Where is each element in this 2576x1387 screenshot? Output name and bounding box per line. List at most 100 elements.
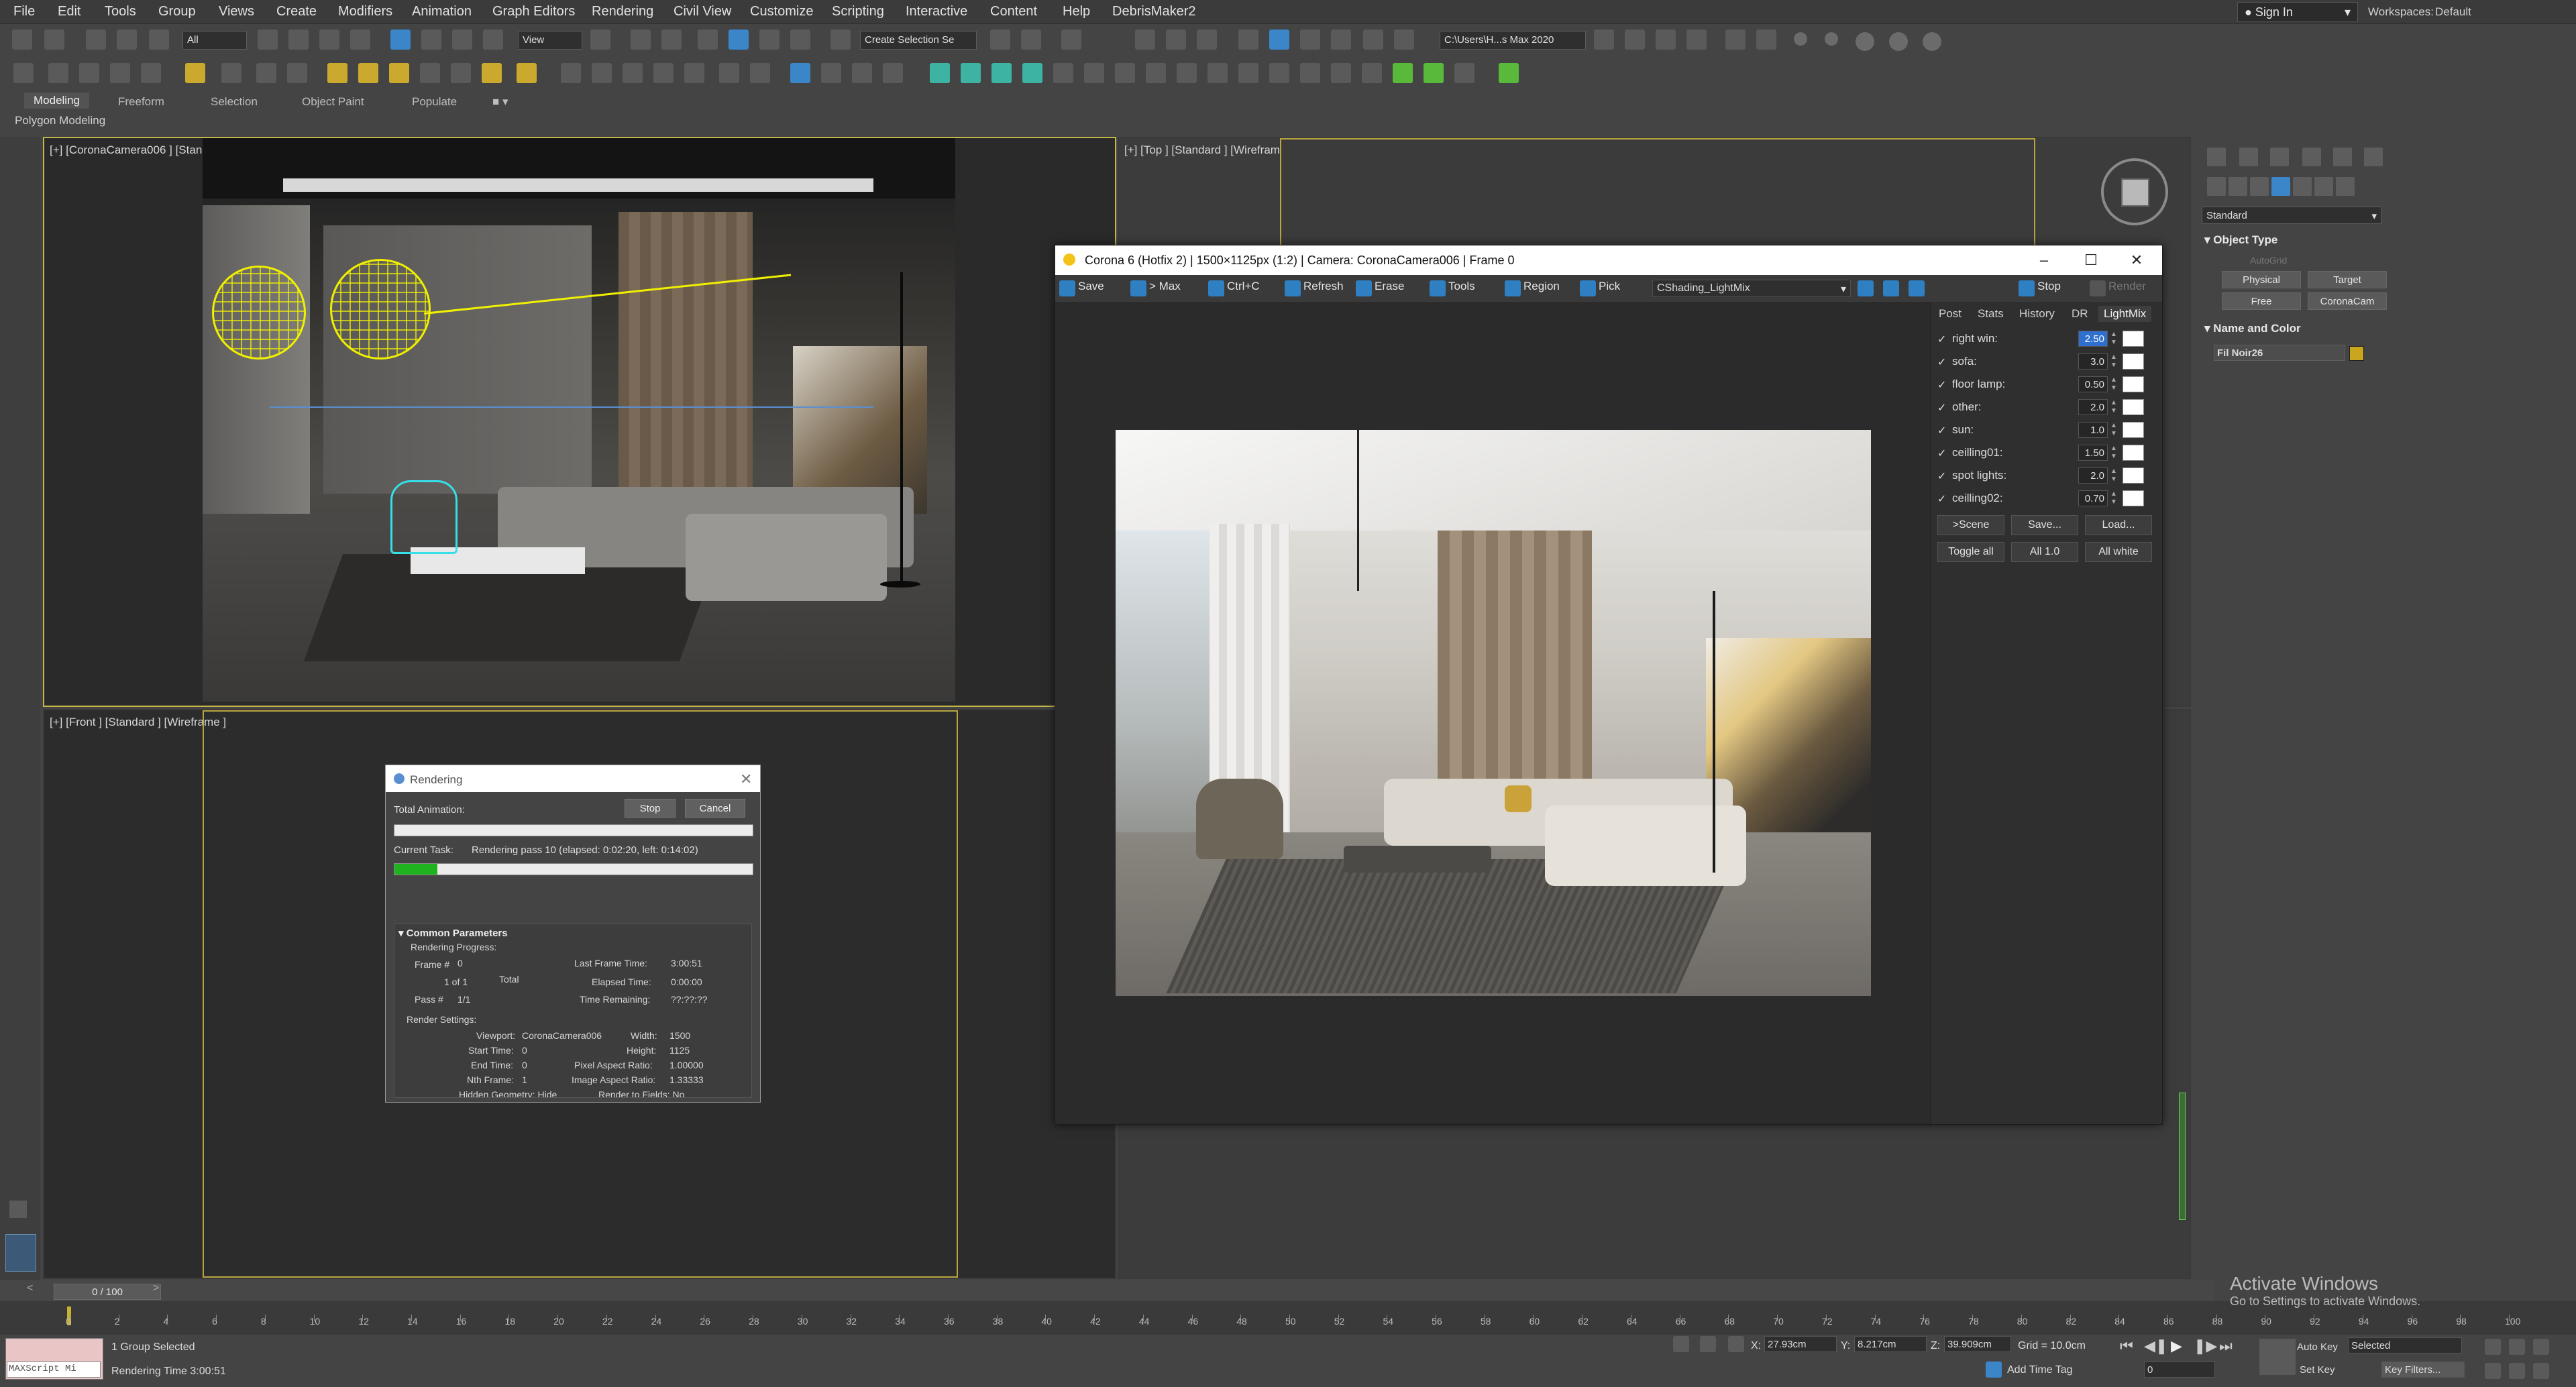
layer-explorer-icon[interactable] (1135, 30, 1155, 50)
tools-button[interactable]: Tools (1428, 280, 1475, 297)
project-save-icon[interactable] (1656, 30, 1676, 50)
reference-coordinate-dropdown[interactable]: View (518, 31, 582, 50)
undo-icon[interactable] (12, 30, 32, 50)
align-icon[interactable] (1021, 30, 1041, 50)
object-type-rollout[interactable]: ▾ Object Type (2204, 233, 2277, 247)
current-frame-field[interactable]: 0 (2144, 1362, 2215, 1378)
tab-object-paint[interactable]: Object Paint (302, 95, 364, 109)
intensity-field[interactable]: 2.0 (2078, 399, 2108, 415)
plant-icon[interactable] (1084, 63, 1104, 83)
render-button[interactable]: Render (2088, 280, 2146, 297)
color-swatch[interactable] (2123, 467, 2144, 484)
free-camera-button[interactable]: Free (2222, 292, 2301, 310)
color-swatch[interactable] (2123, 399, 2144, 415)
window-crossing-icon[interactable] (350, 30, 370, 50)
corona-sky-icon[interactable] (482, 63, 502, 83)
enable-checkbox[interactable]: ✓ (1937, 333, 1946, 346)
corona-proxy-icon[interactable] (420, 63, 440, 83)
zoom-icon[interactable] (1858, 280, 1875, 297)
angle-snap-icon[interactable] (729, 30, 749, 50)
tab-dr[interactable]: DR (2072, 307, 2088, 321)
modify-tab-icon[interactable] (2239, 148, 2258, 166)
corona-decal-icon[interactable] (561, 63, 581, 83)
unlink-icon[interactable] (117, 30, 137, 50)
display-tab-icon[interactable] (2333, 148, 2352, 166)
globe-icon[interactable] (790, 63, 810, 83)
enable-checkbox[interactable]: ✓ (1937, 424, 1946, 437)
project-open-icon[interactable] (1625, 30, 1645, 50)
grid-icon[interactable] (141, 63, 161, 83)
corona-cam-button[interactable]: CoronaCam (2308, 292, 2387, 310)
chevron-left-icon[interactable]: < (27, 1282, 33, 1294)
pan-icon[interactable] (2485, 1339, 2501, 1355)
color-swatch[interactable] (2123, 353, 2144, 370)
corona-sun-icon[interactable] (358, 63, 378, 83)
x-coordinate-field[interactable]: 27.93cm (1764, 1336, 1837, 1352)
helpers-icon[interactable] (2293, 177, 2312, 196)
spinner-snap-icon[interactable] (790, 30, 810, 50)
stop-button[interactable]: Stop (625, 799, 676, 818)
menu-civil-view[interactable]: Civil View (674, 4, 731, 19)
save-button[interactable]: Save (1058, 280, 1104, 297)
cancel-button[interactable]: Cancel (685, 799, 745, 818)
text-icon[interactable] (1053, 63, 1073, 83)
preset-dropdown[interactable]: CShading_LightMix ▾ (1652, 280, 1851, 297)
to-max-button[interactable]: > Max (1129, 280, 1181, 297)
render-production-icon[interactable] (1331, 30, 1351, 50)
hierarchy-tab-icon[interactable] (2270, 148, 2289, 166)
motion-tab-icon[interactable] (2302, 148, 2321, 166)
spacewarp-icon[interactable] (287, 63, 307, 83)
zoom-all-icon[interactable] (2533, 1339, 2549, 1355)
corona-sphere-icon[interactable] (389, 63, 409, 83)
sign-in-dropdown[interactable]: ● Sign In ▾ (2237, 2, 2358, 22)
render-iterative-icon[interactable] (1363, 30, 1383, 50)
menu-modifiers[interactable]: Modifiers (338, 4, 392, 19)
mirror-icon[interactable] (990, 30, 1010, 50)
maximize-viewport-icon[interactable] (2533, 1363, 2549, 1379)
maximize-icon[interactable]: ☐ (2082, 251, 2100, 270)
tab-history[interactable]: History (2019, 307, 2055, 321)
bulb-plus-icon[interactable] (991, 63, 1012, 83)
color-swatch[interactable] (2123, 445, 2144, 461)
tab-lightmix[interactable]: LightMix (2098, 306, 2152, 322)
autogrid-checkbox[interactable]: AutoGrid (2250, 255, 2287, 266)
create-tab-icon[interactable] (2207, 148, 2226, 166)
to-scene-button[interactable]: >Scene (1937, 515, 2004, 535)
menu-edit[interactable]: Edit (58, 4, 80, 19)
walkthrough-icon[interactable] (2509, 1363, 2525, 1379)
utilities-tab-icon[interactable] (2364, 148, 2383, 166)
select-scale-icon[interactable] (452, 30, 472, 50)
rotate-icon[interactable] (1146, 63, 1166, 83)
camera-icon[interactable] (221, 63, 241, 83)
viewport-layouts-icon[interactable] (5, 1234, 36, 1272)
menu-tools[interactable]: Tools (105, 4, 136, 19)
spinner-icon[interactable]: ▲ ▼ (2110, 376, 2117, 392)
tab-freeform[interactable]: Freeform (118, 95, 164, 109)
keyboard-shortcut-icon[interactable] (661, 30, 682, 50)
spacewarps-icon[interactable] (2314, 177, 2333, 196)
region-button[interactable]: Region (1503, 280, 1560, 297)
systems-icon[interactable] (2336, 177, 2355, 196)
square-icon[interactable] (1238, 63, 1258, 83)
menu-customize[interactable]: Customize (750, 4, 813, 19)
select-by-name-icon[interactable] (288, 30, 309, 50)
viewport-label[interactable]: [+] [Top ] [Standard ] [Wireframe ] (1124, 144, 1293, 157)
viewport-label[interactable]: [+] [Front ] [Standard ] [Wireframe ] (50, 716, 226, 729)
converter-icon[interactable] (852, 63, 872, 83)
name-color-rollout[interactable]: ▾ Name and Color (2204, 322, 2301, 335)
enable-checkbox[interactable]: ✓ (1937, 401, 1946, 414)
lock-icon[interactable] (1700, 1336, 1716, 1352)
corona-scatter-icon[interactable] (451, 63, 471, 83)
color-swatch[interactable] (2123, 490, 2144, 506)
ribbon-toggle-icon[interactable] (1166, 30, 1186, 50)
chevrons-down-icon[interactable] (1424, 63, 1444, 83)
cameras-icon[interactable] (2271, 177, 2290, 196)
y-coordinate-field[interactable]: 8.217cm (1854, 1336, 1927, 1352)
cube-icon[interactable] (1177, 63, 1197, 83)
enable-checkbox[interactable]: ✓ (1937, 492, 1946, 506)
zoom-icon[interactable] (1909, 280, 1926, 297)
refresh-button[interactable]: Refresh (1283, 280, 1344, 297)
plane-icon[interactable] (48, 63, 68, 83)
copy-button[interactable]: Ctrl+C (1207, 280, 1260, 297)
link-icon[interactable] (1331, 63, 1351, 83)
